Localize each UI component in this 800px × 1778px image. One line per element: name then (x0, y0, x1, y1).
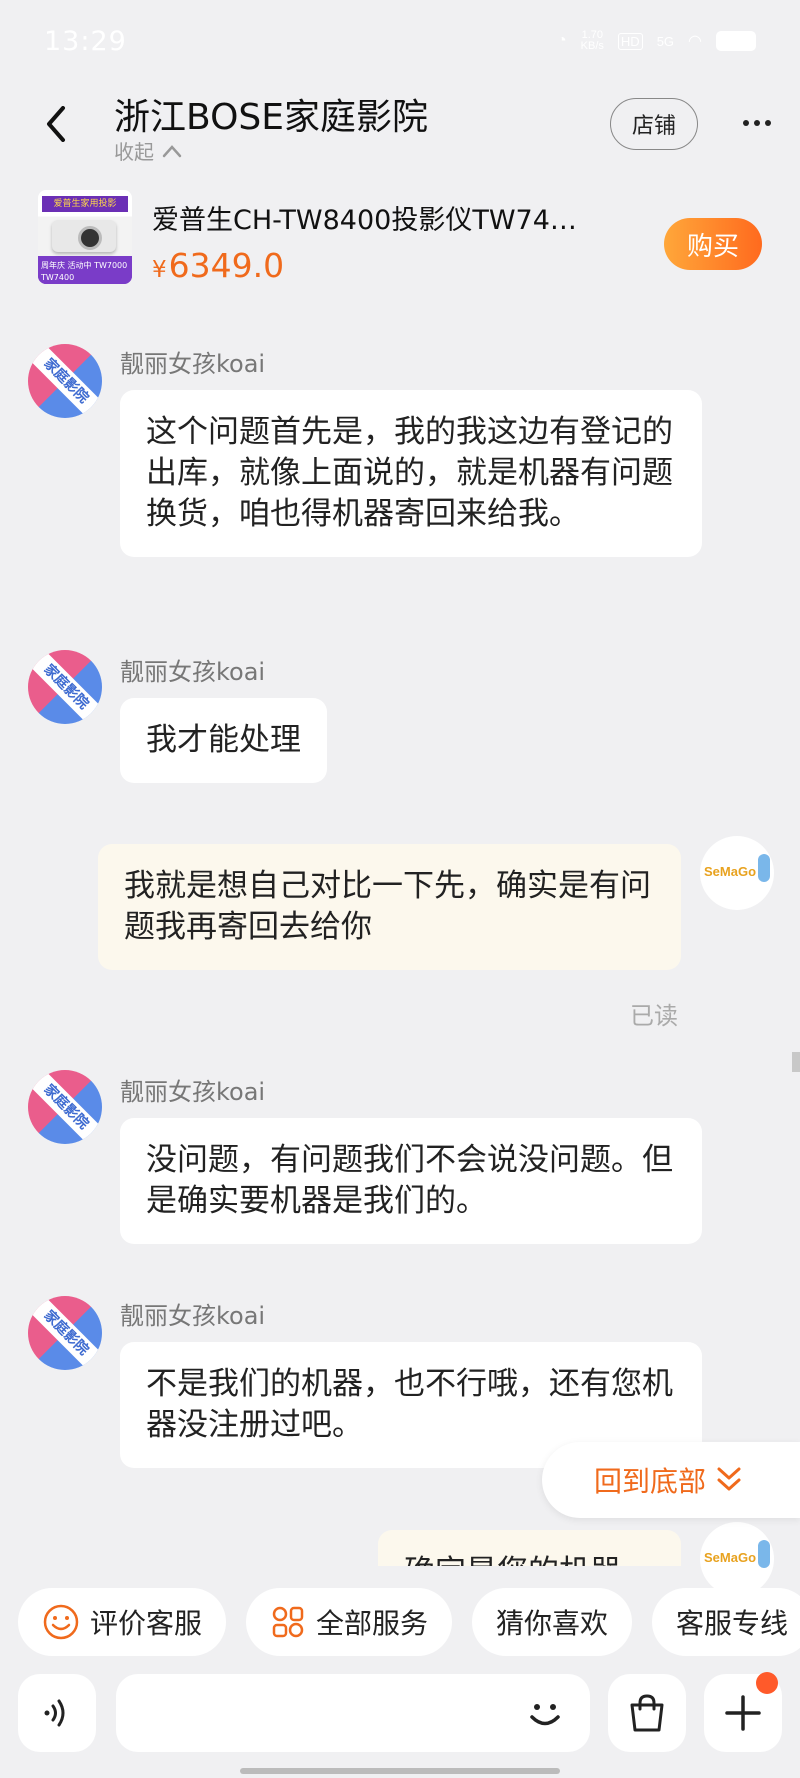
shop-avatar[interactable]: 家庭影院 (28, 1070, 102, 1144)
product-thumbnail[interactable]: 爱普生家用投影 周年庆 活动中 TW7000 TW7400 (38, 190, 132, 284)
avatar-label: 家庭影院 (28, 1296, 102, 1370)
shopping-bag-button[interactable] (608, 1674, 686, 1752)
message-clip: 确定是您的机器 (0, 1520, 800, 1566)
double-chevron-down-icon (717, 1467, 741, 1491)
dot-icon (765, 120, 771, 126)
buy-button[interactable]: 购买 (664, 218, 762, 270)
back-to-bottom-button[interactable]: 回到底部 (542, 1442, 800, 1518)
emoji-icon (530, 1704, 560, 1726)
avatar-figure (758, 854, 770, 882)
shop-avatar[interactable]: 家庭影院 (28, 344, 102, 418)
collapse-toggle[interactable]: 收起 (114, 136, 182, 165)
shop-avatar[interactable]: 家庭影院 (28, 1296, 102, 1370)
scrollbar-thumb[interactable] (792, 1052, 800, 1072)
smile-icon (43, 1604, 79, 1640)
signal-label: 5G (656, 33, 675, 49)
grid-icon (272, 1606, 304, 1638)
sender-name: 靓丽女孩koai (120, 350, 266, 378)
shopping-bag-icon (630, 1694, 664, 1732)
plus-icon (725, 1695, 761, 1731)
store-button[interactable]: 店铺 (610, 98, 698, 150)
quick-reply-recommendations[interactable]: 猜你喜欢 (472, 1588, 633, 1656)
message-bubble[interactable]: 这个问题首先是，我的我这边有登记的出库，就像上面说的，就是机器有问题换货，咱也得… (120, 390, 702, 557)
voice-icon (44, 1699, 65, 1727)
sender-name: 靓丽女孩koai (120, 1302, 266, 1330)
price-currency: ¥ (152, 257, 167, 283)
net-speed: 1.70 KB/s (581, 30, 604, 52)
quick-reply-label: 猜你喜欢 (496, 1607, 609, 1640)
more-menu-button[interactable] (740, 108, 774, 138)
read-receipt: 已读 (630, 1002, 678, 1030)
quick-reply-label: 客服专线 (676, 1607, 789, 1640)
thumbnail-banner: 爱普生家用投影 (42, 196, 128, 212)
thumbnail-promo: 周年庆 活动中 TW7000 TW7400 (38, 260, 132, 284)
message-bubble[interactable]: 我就是想自己对比一下先，确实是有问题我再寄回去给你 (98, 844, 681, 970)
speed-icon: ◔ (557, 32, 567, 49)
avatar-label: 家庭影院 (28, 650, 102, 724)
voice-input-button[interactable] (18, 1674, 96, 1752)
quick-reply-all-services[interactable]: 全部服务 (246, 1588, 453, 1656)
projector-lens (78, 226, 102, 250)
back-button[interactable] (36, 100, 76, 148)
dot-icon (743, 120, 749, 126)
product-price: ¥6349.0 (152, 246, 284, 285)
quick-reply-bar: 评价客服 全部服务 猜你喜欢 客服专线 (18, 1588, 800, 1656)
message-bubble[interactable]: 我才能处理 (120, 698, 327, 783)
home-indicator (240, 1768, 560, 1774)
message-bubble[interactable]: 确定是您的机器 (378, 1530, 681, 1566)
quick-reply-label: 评价客服 (90, 1607, 203, 1640)
message-input[interactable] (116, 1674, 590, 1752)
net-speed-unit: KB/s (580, 40, 604, 52)
status-icons: ◔ 1.70 KB/s HD 5G ◠ (557, 30, 756, 52)
chevron-left-icon (47, 106, 65, 142)
shop-title: 浙江BOSE家庭影院 (114, 97, 428, 138)
sender-name: 靓丽女孩koai (120, 658, 266, 686)
user-avatar[interactable]: SeMaGo (700, 836, 774, 910)
hd-badge: HD (617, 32, 643, 50)
shop-avatar[interactable]: 家庭影院 (28, 650, 102, 724)
quick-reply-label: 全部服务 (316, 1607, 429, 1640)
product-title[interactable]: 爱普生CH-TW8400投影仪TW74… (152, 198, 632, 237)
status-time: 13:29 (44, 26, 127, 57)
battery-icon (716, 31, 756, 51)
back-to-bottom-label: 回到底部 (594, 1465, 707, 1498)
avatar-label: 家庭影院 (28, 344, 102, 418)
notification-dot (756, 1672, 778, 1694)
wifi-icon: ◠ (688, 33, 702, 50)
quick-reply-rate-service[interactable]: 评价客服 (18, 1588, 227, 1656)
chevron-up-icon (162, 144, 182, 157)
emoji-button[interactable] (522, 1690, 568, 1736)
avatar-label: SeMaGo (704, 864, 757, 879)
avatar-label: 家庭影院 (28, 1070, 102, 1144)
sender-name: 靓丽女孩koai (120, 1078, 266, 1106)
quick-reply-hotline[interactable]: 客服专线 (652, 1588, 800, 1656)
message-bubble[interactable]: 没问题，有问题我们不会说没问题。但是确实要机器是我们的。 (120, 1118, 702, 1244)
price-value: 6349.0 (168, 246, 285, 285)
collapse-label: 收起 (114, 140, 154, 164)
dot-icon (754, 120, 760, 126)
